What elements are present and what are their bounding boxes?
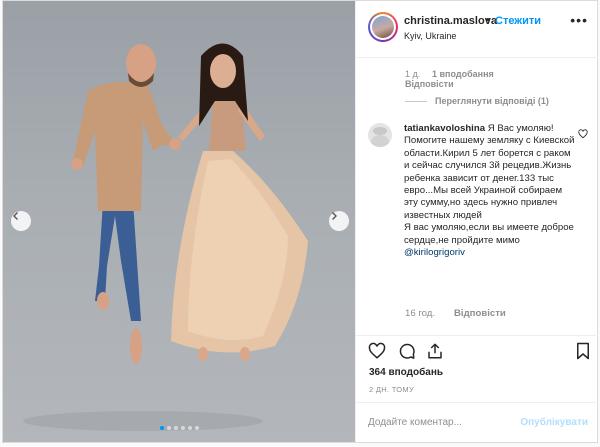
author-username[interactable]: christina.maslova [404, 15, 497, 27]
commenter-username[interactable]: tatiankavoloshina [404, 123, 485, 134]
separator-dot: • [486, 14, 490, 26]
action-bar [356, 335, 598, 366]
mention-link[interactable]: @kirilogrigoriv [404, 247, 465, 258]
comment-time: 16 год. [405, 308, 436, 319]
more-options-icon[interactable]: ••• [570, 13, 588, 27]
location-link[interactable]: Kyiv, Ukraine [404, 31, 456, 41]
comments-list[interactable]: 1 д. 1 вподобання Відповісти Переглянути… [356, 58, 598, 335]
comment-body: tatiankavoloshina Я Вас умоляю! Помогите… [404, 123, 576, 259]
carousel-indicator [3, 426, 355, 430]
chevron-left-icon [13, 212, 18, 220]
carousel-dot [180, 426, 185, 430]
follow-button[interactable]: Стежити [495, 15, 541, 27]
carousel-dot [194, 426, 199, 430]
comment-time: 1 д. [405, 69, 421, 79]
photo-illustration [23, 43, 308, 431]
post-photo[interactable] [3, 1, 355, 442]
reply-button[interactable]: Відповісти [405, 79, 454, 89]
comment-icon[interactable] [398, 342, 416, 360]
next-photo-button[interactable] [329, 211, 349, 231]
carousel-dot [159, 426, 164, 430]
comment-like-heart-icon[interactable] [578, 129, 588, 139]
chevron-right-icon [332, 212, 337, 220]
prev-photo-button[interactable] [11, 211, 31, 231]
bookmark-icon[interactable] [574, 342, 592, 360]
post-sidebar: christina.maslova • Стежити Kyiv, Ukrain… [355, 1, 598, 442]
comment-text-2: Я вас умоляю,если вы имеете доброе сердц… [404, 222, 574, 246]
publish-button[interactable]: Опублікувати [520, 417, 588, 428]
comment-text: Я Вас умоляю! Помогите нашему земляку с … [404, 123, 575, 221]
view-replies-label: Переглянути відповіді (1) [435, 96, 549, 106]
commenter-avatar[interactable] [368, 123, 392, 147]
share-icon[interactable] [426, 342, 444, 360]
carousel-dot [173, 426, 178, 430]
post-modal: christina.maslova • Стежити Kyiv, Ukrain… [2, 0, 598, 443]
carousel-dot [166, 426, 171, 430]
post-date: 2 ДН. ТОМУ [369, 385, 415, 394]
avatar[interactable] [368, 12, 398, 42]
post-header: christina.maslova • Стежити Kyiv, Ukrain… [356, 1, 598, 58]
comment-likes[interactable]: 1 вподобання [432, 69, 494, 79]
add-comment-bar: Додайте коментар... Опублікувати [356, 402, 598, 443]
reply-button[interactable]: Відповісти [454, 308, 506, 319]
heart-icon[interactable] [368, 342, 386, 360]
comment-input[interactable]: Додайте коментар... [368, 417, 462, 428]
carousel-dot [187, 426, 192, 430]
view-replies-button[interactable]: Переглянути відповіді (1) [405, 96, 549, 106]
likes-count[interactable]: 364 вподобань [369, 367, 443, 378]
divider-line [405, 100, 427, 102]
